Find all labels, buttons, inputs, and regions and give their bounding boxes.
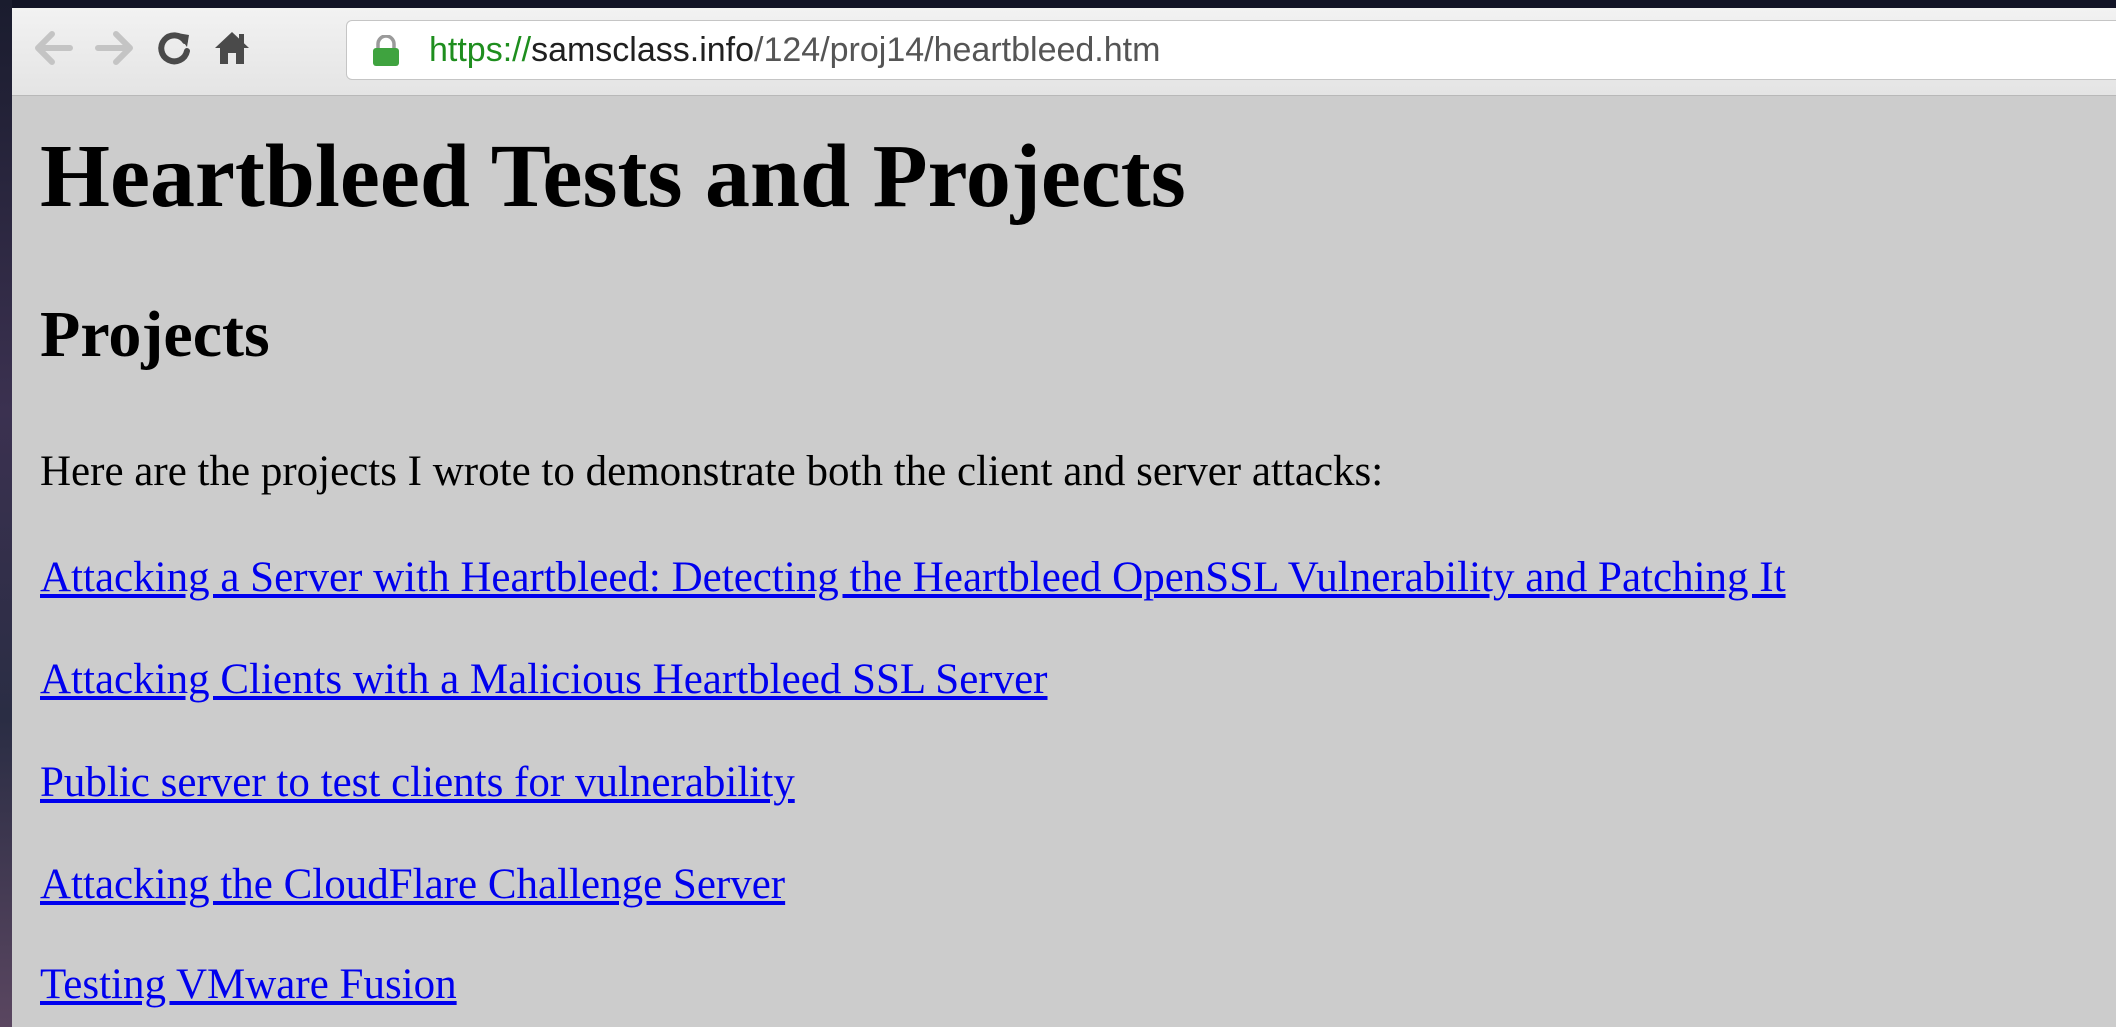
link-attacking-clients[interactable]: Attacking Clients with a Malicious Heart… <box>40 658 1048 701</box>
reload-icon <box>158 32 190 65</box>
forward-button[interactable] <box>92 24 136 72</box>
url-text: https://samsclass.info/124/proj14/heartb… <box>429 21 1160 79</box>
link-cloudflare-challenge[interactable]: Attacking the CloudFlare Challenge Serve… <box>40 863 785 906</box>
desktop-edge <box>0 0 12 1027</box>
back-arrow-icon <box>35 31 73 65</box>
link-public-server[interactable]: Public server to test clients for vulner… <box>40 761 795 804</box>
address-bar[interactable]: https://samsclass.info/124/proj14/heartb… <box>346 20 2116 80</box>
browser-toolbar: https://samsclass.info/124/proj14/heartb… <box>12 8 2116 96</box>
link-attacking-server[interactable]: Attacking a Server with Heartbleed: Dete… <box>40 556 1786 599</box>
browser-window: https://samsclass.info/124/proj14/heartb… <box>12 8 2116 1027</box>
url-host: samsclass.info <box>531 31 755 69</box>
page-title: Heartbleed Tests and Projects <box>40 127 1186 226</box>
lock-icon <box>373 35 399 66</box>
reload-button[interactable] <box>152 24 196 72</box>
url-path: /124/proj14/heartbleed.htm <box>754 31 1161 69</box>
link-testing-vmware[interactable]: Testing VMware Fusion <box>40 963 457 1006</box>
forward-arrow-icon <box>95 31 133 65</box>
home-button[interactable] <box>210 24 254 72</box>
url-scheme: https <box>429 31 503 69</box>
section-heading: Projects <box>40 298 270 371</box>
home-icon <box>215 32 249 64</box>
back-button[interactable] <box>32 24 76 72</box>
intro-text: Here are the projects I wrote to demonst… <box>40 448 1384 495</box>
url-separator: :// <box>502 31 532 69</box>
